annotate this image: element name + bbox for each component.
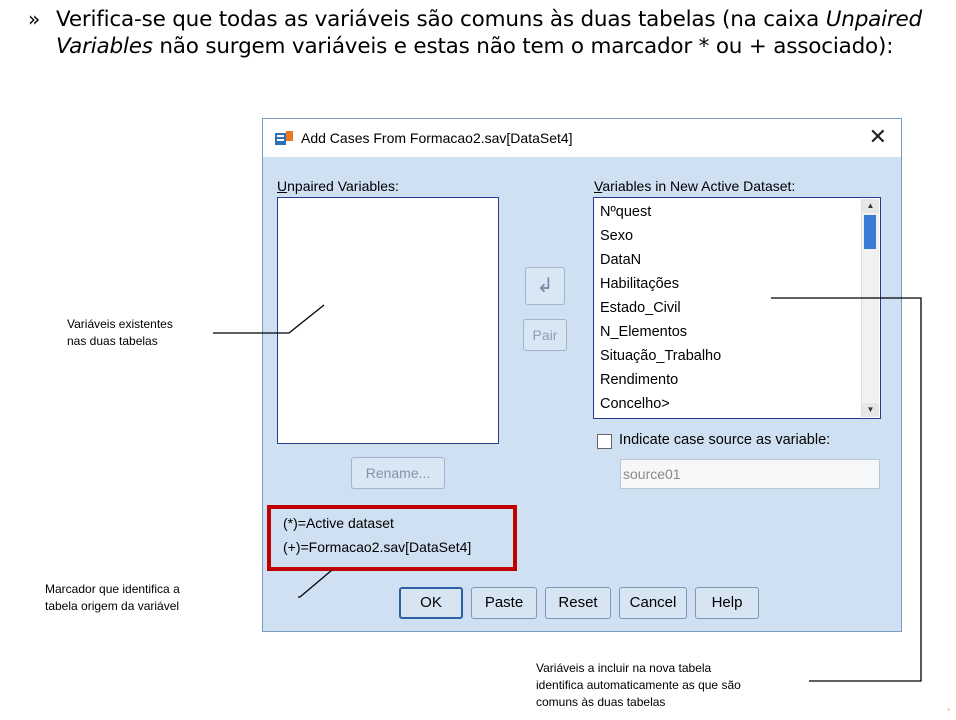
connector-new-table [771, 297, 922, 682]
connector-marker [298, 569, 333, 598]
annotation-connector-lines [213, 297, 922, 682]
corner-mark-icon: ▪ [947, 705, 950, 714]
connector-common-variables [213, 304, 325, 334]
